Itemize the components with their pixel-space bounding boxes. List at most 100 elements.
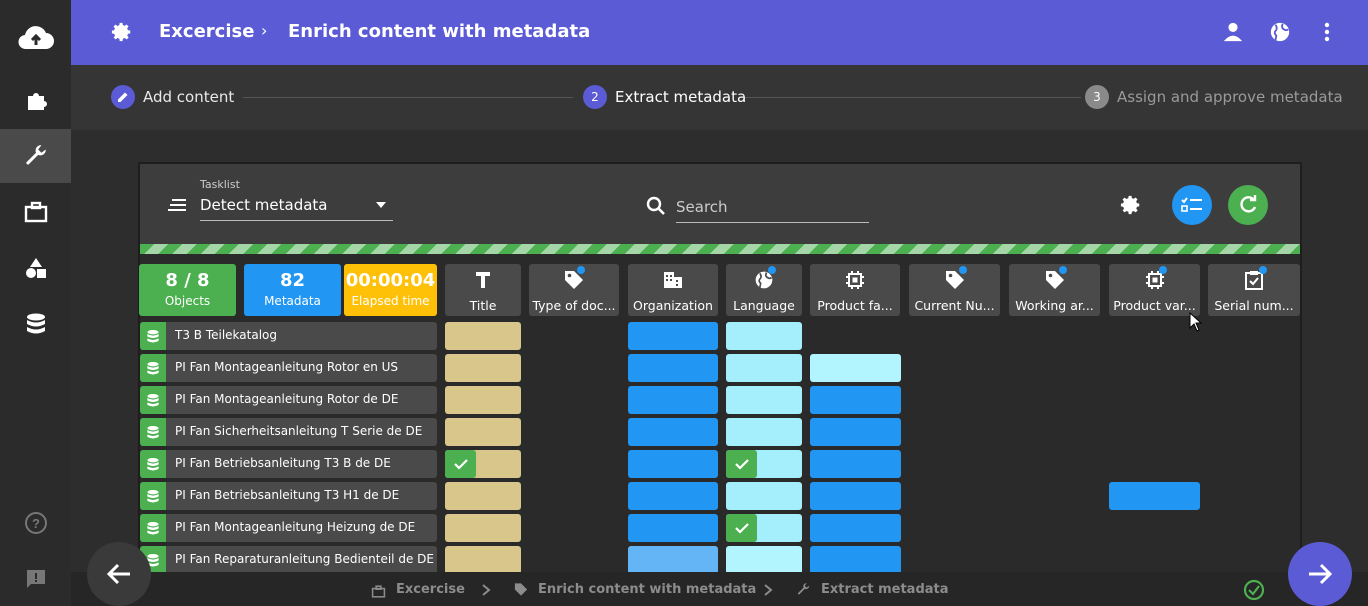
cell-organization[interactable]	[628, 450, 718, 478]
badge-dot	[1059, 266, 1067, 274]
column-label: Current Nu...	[914, 298, 995, 313]
cell-organization[interactable]	[628, 418, 718, 446]
column-header-organization[interactable]: Organization	[628, 264, 718, 316]
table-row[interactable]: PI Fan Betriebsanleitung T3 H1 de DE	[140, 482, 437, 510]
cell-title[interactable]	[445, 418, 521, 446]
column-header-current-number[interactable]: Current Nu...	[909, 264, 1000, 316]
column-header-serial-number[interactable]: Serial num...	[1208, 264, 1300, 316]
cell-language[interactable]	[726, 386, 802, 414]
cell-organization[interactable]	[628, 354, 718, 382]
refresh-icon	[1240, 195, 1257, 213]
cell-product-variant[interactable]	[1109, 482, 1200, 510]
column-header-language[interactable]: Language	[726, 264, 802, 316]
cell-organization[interactable]	[628, 546, 718, 574]
globe-icon[interactable]	[1269, 21, 1291, 47]
check-icon	[445, 450, 476, 478]
footer-breadcrumb-exercise[interactable]: Excercise	[396, 582, 465, 597]
cell-organization[interactable]	[628, 482, 718, 510]
table-row[interactable]: PI Fan Sicherheitsanleitung T Serie de D…	[140, 418, 437, 446]
cell-language[interactable]	[726, 450, 802, 478]
chevron-down-icon[interactable]	[376, 202, 386, 208]
stat-label: Metadata	[264, 294, 321, 308]
breadcrumb-exercise[interactable]: Excercise	[159, 21, 254, 42]
footer-breadcrumb-enrich[interactable]: Enrich content with metadata	[538, 582, 756, 597]
back-button[interactable]	[87, 542, 151, 606]
tag-icon	[909, 266, 1000, 292]
app-root: ? Excercise › Enrich content with metada…	[0, 0, 1368, 606]
column-header-working-area[interactable]: Working ar...	[1009, 264, 1100, 316]
column-header-title[interactable]: Title	[445, 264, 521, 316]
table-row[interactable]: PI Fan Reparaturanleitung Bedienteil de …	[140, 546, 437, 574]
app-header: Excercise › Enrich content with metadata	[71, 0, 1368, 65]
cell-organization[interactable]	[628, 322, 718, 350]
cell-title[interactable]	[445, 322, 521, 350]
row-title: PI Fan Betriebsanleitung T3 H1 de DE	[175, 488, 400, 502]
database-icon	[140, 418, 166, 446]
cell-organization[interactable]	[628, 386, 718, 414]
next-button[interactable]	[1288, 542, 1352, 606]
column-header-type-of-document[interactable]: Type of doc...	[529, 264, 619, 316]
cell-title[interactable]	[445, 546, 521, 574]
settings-gear-icon[interactable]	[111, 21, 133, 47]
row-title: PI Fan Montageanleitung Heizung de DE	[175, 520, 416, 534]
cell-product-family[interactable]	[810, 514, 901, 542]
column-label: Organization	[633, 298, 713, 313]
search-input[interactable]: Search	[676, 198, 728, 216]
shapes-icon[interactable]	[0, 241, 71, 295]
column-header-product-family[interactable]: Product fa...	[810, 264, 900, 316]
column-header-product-variant[interactable]: Product var...	[1109, 264, 1200, 316]
cell-product-family[interactable]	[810, 386, 901, 414]
cell-language[interactable]	[726, 514, 802, 542]
database-icon[interactable]	[0, 297, 71, 351]
step-extract-metadata[interactable]: 2 Extract metadata	[583, 85, 746, 109]
database-icon	[140, 514, 166, 542]
help-icon[interactable]: ?	[0, 496, 71, 550]
briefcase-icon[interactable]	[0, 185, 71, 239]
wrench-icon[interactable]	[0, 129, 71, 183]
stepper-connector	[243, 97, 573, 98]
task-toolbar: Tasklist Detect metadata Search	[140, 164, 1300, 244]
cell-title[interactable]	[445, 354, 521, 382]
refresh-button[interactable]	[1228, 185, 1268, 225]
cell-product-family[interactable]	[810, 354, 901, 382]
table-row[interactable]: T3 B Teilekatalog	[140, 322, 437, 350]
cell-language[interactable]	[726, 354, 802, 382]
cell-title[interactable]	[445, 514, 521, 542]
tasklist-label: Tasklist	[200, 178, 240, 191]
feedback-icon[interactable]	[0, 552, 71, 606]
cell-title[interactable]	[445, 386, 521, 414]
cell-organization[interactable]	[628, 514, 718, 542]
checklist-button[interactable]	[1172, 185, 1212, 225]
cell-product-family[interactable]	[810, 546, 901, 574]
step-assign-approve[interactable]: 3 Assign and approve metadata	[1085, 85, 1343, 109]
table-row[interactable]: PI Fan Montageanleitung Rotor en US	[140, 354, 437, 382]
tasklist-select[interactable]: Detect metadata	[200, 196, 328, 214]
cell-product-family[interactable]	[810, 482, 901, 510]
cell-title[interactable]	[445, 450, 521, 478]
search-icon	[646, 196, 666, 220]
cell-language[interactable]	[726, 418, 802, 446]
badge-dot	[577, 266, 585, 274]
cloud-upload-icon[interactable]	[0, 11, 71, 65]
table-row[interactable]: PI Fan Montageanleitung Heizung de DE	[140, 514, 437, 542]
cell-product-family[interactable]	[810, 418, 901, 446]
more-vertical-icon[interactable]	[1321, 21, 1333, 47]
cell-language[interactable]	[726, 546, 802, 574]
settings-gear-icon[interactable]	[1120, 194, 1142, 220]
sidebar: ?	[0, 0, 71, 606]
stat-label: Objects	[164, 294, 211, 308]
puzzle-icon[interactable]	[0, 73, 71, 127]
table-row[interactable]: PI Fan Betriebsanleitung T3 B de DE	[140, 450, 437, 478]
tasklist-underline	[200, 220, 393, 221]
cell-language[interactable]	[726, 482, 802, 510]
cell-product-family[interactable]	[810, 450, 901, 478]
cell-language[interactable]	[726, 322, 802, 350]
cell-title[interactable]	[445, 482, 521, 510]
row-title: T3 B Teilekatalog	[175, 328, 277, 342]
check-icon	[726, 514, 757, 542]
wrench-icon	[796, 582, 811, 601]
table-row[interactable]: PI Fan Montageanleitung Rotor de DE	[140, 386, 437, 414]
column-label: Product var...	[1113, 298, 1196, 313]
step-add-content[interactable]: Add content	[111, 85, 234, 109]
user-icon[interactable]	[1222, 21, 1244, 47]
